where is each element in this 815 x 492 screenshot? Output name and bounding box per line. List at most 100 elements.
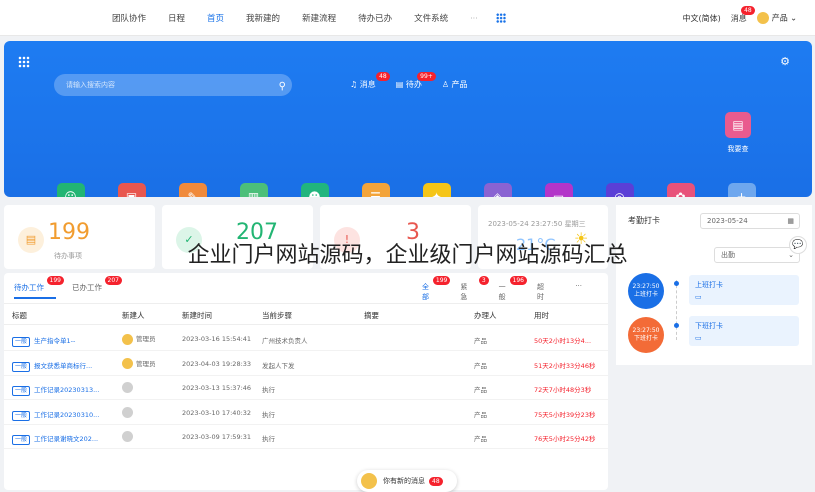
nav-item-home[interactable]: 首页 <box>207 12 224 24</box>
todo-icon: ▤ <box>395 80 406 89</box>
row-creator-cell <box>122 431 136 442</box>
row-created-time: 2023-03-10 17:40:32 <box>182 408 252 417</box>
top-messages-link[interactable]: 消息 48 <box>731 5 755 24</box>
priority-tag: 一般 <box>12 435 31 445</box>
banner-grid-icon[interactable] <box>18 56 30 68</box>
priority-tag: 一般 <box>12 337 31 347</box>
filter-normal[interactable]: 一般 196 <box>498 276 527 302</box>
tab-done[interactable]: 已办工作 207 <box>72 276 122 293</box>
task-panel: 待办工作 199 已办工作 207 全部 199 紧急 3 一般 196 超时 ··· 标… <box>4 273 608 490</box>
banner-link-messages[interactable]: ♫ 消息 48 <box>350 72 390 90</box>
nav-item-schedule[interactable]: 日程 <box>168 12 185 24</box>
app-shortcut-5[interactable]: ☰产品资料 <box>345 183 406 197</box>
attendance-timeline <box>676 280 677 340</box>
app-shortcut-10[interactable]: ✿考勤管理 <box>650 183 711 197</box>
exam-icon: ✎ <box>178 183 207 197</box>
app-shortcut-8[interactable]: ▭在线课堂 <box>528 183 589 197</box>
plus-icon: + <box>727 183 756 197</box>
banner-link-product[interactable]: ♙ 产品 <box>442 79 468 90</box>
filter-urgent[interactable]: 紧急 3 <box>460 276 489 302</box>
user-icon: ♙ <box>441 80 452 89</box>
app-shortcut-1[interactable]: ▣培训管理 <box>101 183 162 197</box>
clock-out-label: 下班打卡 <box>633 335 658 342</box>
table-row[interactable]: 一般 生产指令单1-- 管理员 2023-03-16 15:54:41 广州技术负责人 产… <box>4 327 608 351</box>
overlay-caption: 企业门户网站源码，企业级门户网站源码汇总 <box>187 243 628 268</box>
top-navigation-bar: 团队协作 日程 首页 我新建的 新建流程 待办已办 文件系统 ··· 中文(简体… <box>0 0 815 36</box>
row-handler: 产品 <box>474 410 487 419</box>
row-title-link[interactable]: 工作记录20230313... <box>34 386 99 394</box>
table-row[interactable]: 一般 工作记录谢晓文202... 2023-03-09 17:59:31 执行 产品 76… <box>4 425 608 449</box>
toast-label: 你有新的消息 <box>383 477 425 485</box>
row-creator: 管理员 <box>136 335 156 343</box>
attendance-date-picker[interactable]: 2023-05-24 ▦ <box>700 213 800 229</box>
top-right-tools: 中文(简体) 消息 48 产品 ⌄ <box>673 0 797 36</box>
classroom-icon: ▭ <box>544 183 573 197</box>
row-step: 执行 <box>262 410 275 419</box>
row-title-cell: 一般 工作记录谢晓文202... <box>12 433 118 445</box>
row-elapsed: 76天5小时25分42秒 <box>534 435 596 443</box>
filter-more-button[interactable]: ··· <box>575 282 582 302</box>
gear-icon[interactable]: ⚙ <box>780 55 790 68</box>
row-elapsed: 51天2小时33分46秒 <box>534 361 596 370</box>
row-title-cell: 一般 报文获悉单商标行... <box>12 360 118 372</box>
app-shortcut-2[interactable]: ✎在线考试 <box>162 183 223 197</box>
filter-urgent-badge: 3 <box>478 276 489 285</box>
toast-badge: 48 <box>429 477 443 486</box>
clock-in-button[interactable]: 23:27:50 上班打卡 <box>628 273 664 309</box>
filter-normal-label: 一般 <box>498 283 506 301</box>
attendance-panel: 考勤打卡 2023-05-24 ▦ 出勤 ⌄ 23:27:50 上班打卡 上班打卡 … <box>616 205 812 365</box>
attendance-icon: ✿ <box>666 183 695 197</box>
clock-in-record-title: 上班打卡 <box>695 281 723 289</box>
monitor-icon: ▭ <box>695 334 702 342</box>
top-messages-badge: 48 <box>741 5 755 15</box>
app-shortcut-3[interactable]: ▥知识百科 <box>223 183 284 197</box>
mine-shortcut[interactable]: ▤ 我要查 <box>720 112 756 154</box>
nav-item-todo-done[interactable]: 待办已办 <box>358 12 392 24</box>
clock-out-record-title: 下班打卡 <box>695 322 723 330</box>
banner-link-todo[interactable]: ▤ 待办 99+ <box>395 72 436 90</box>
row-title-cell: 一般 生产指令单1-- <box>12 335 118 347</box>
app-shortcut-9[interactable]: ◎岗位学习地图 <box>589 183 650 197</box>
chevron-down-icon: ⌄ <box>790 13 797 23</box>
nav-item-team[interactable]: 团队协作 <box>112 12 146 24</box>
clock-in-time: 23:27:50 <box>632 283 660 290</box>
row-title-link[interactable]: 工作记录20230310... <box>34 411 99 419</box>
app-shortcut-7[interactable]: ◈在线论坛 <box>467 183 528 197</box>
book-icon: ▥ <box>239 183 268 197</box>
user-menu[interactable]: 产品 ⌄ <box>756 12 797 24</box>
clock-out-button[interactable]: 23:27:50 下班打卡 <box>628 317 664 353</box>
column-header-title: 标题 <box>12 311 27 320</box>
row-title-link[interactable]: 工作记录谢晓文202... <box>34 435 98 443</box>
app-shortcuts: ☺在线问答▣培训管理✎在线考试▥知识百科☻工作圈☰产品资料✦在线学习◈在线论坛▭… <box>40 183 772 197</box>
table-row[interactable]: 一般 报文获悉单商标行... 管理员 2023-04-03 19:28:33 发起人下发… <box>4 352 608 376</box>
search-icon[interactable]: ⚲ <box>279 76 286 98</box>
filter-overdue[interactable]: 超时 <box>537 282 549 302</box>
app-shortcut-6[interactable]: ✦在线学习 <box>406 183 467 197</box>
task-filters: 全部 199 紧急 3 一般 196 超时 ··· <box>422 276 608 302</box>
priority-tag: 一般 <box>12 386 31 396</box>
search-input[interactable]: 请输入搜索内容 ⚲ <box>54 74 292 96</box>
nav-item-file-system[interactable]: 文件系统 <box>414 12 448 24</box>
row-title-link[interactable]: 生产指令单1-- <box>34 337 75 345</box>
people-icon: ☻ <box>300 183 329 197</box>
nav-item-new-process[interactable]: 新建流程 <box>302 12 336 24</box>
language-selector[interactable]: 中文(简体) <box>683 13 721 24</box>
user-name: 产品 <box>771 13 788 23</box>
nav-more-button[interactable]: ··· <box>470 14 478 23</box>
tab-todo[interactable]: 待办工作 199 <box>14 276 64 293</box>
calendar-icon: ▦ <box>787 217 794 225</box>
app-shortcut-0[interactable]: ☺在线问答 <box>40 183 101 197</box>
filter-all[interactable]: 全部 199 <box>422 276 451 302</box>
row-creator-cell: 管理员 <box>122 358 156 369</box>
nav-item-my-created[interactable]: 我新建的 <box>246 12 280 24</box>
table-row[interactable]: 一般 工作记录20230310... 2023-03-10 17:40:32 执行 产品… <box>4 401 608 425</box>
column-header-created-time: 新建时间 <box>182 311 212 320</box>
app-shortcut-4[interactable]: ☻工作圈 <box>284 183 345 197</box>
app-grid-icon[interactable] <box>495 13 506 23</box>
row-title-link[interactable]: 报文获悉单商标行... <box>34 362 92 370</box>
app-shortcut-11[interactable]: +更多 <box>711 183 772 197</box>
table-row[interactable]: 一般 工作记录20230313... 2023-03-13 15:37:46 执行 产品… <box>4 376 608 400</box>
timeline-dot <box>674 281 679 286</box>
new-message-toast[interactable]: 你有新的消息 48 <box>357 470 457 492</box>
row-step: 执行 <box>262 435 275 443</box>
